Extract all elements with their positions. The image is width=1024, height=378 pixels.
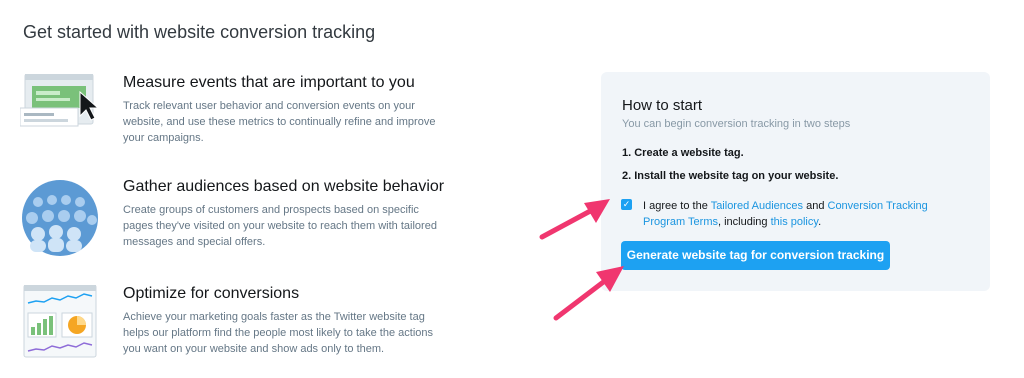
page-title: Get started with website conversion trac… (23, 22, 376, 42)
agree-checkbox[interactable]: ✓ (621, 199, 632, 210)
feature-description: Track relevant user behavior and convers… (123, 100, 436, 144)
step-install-tag: 2. Install the website tag on your websi… (622, 170, 839, 182)
agree-prefix: I agree to the (643, 200, 711, 212)
analytics-charts-illustration-icon (20, 284, 100, 365)
tailored-audiences-link[interactable]: Tailored Audiences (711, 200, 803, 212)
audience-people-illustration-icon (20, 178, 100, 258)
agree-end: . (818, 216, 822, 228)
feature-gather-audiences: Gather audiences based on website behavi… (20, 178, 460, 268)
agree-suffix: , including (717, 216, 771, 228)
generate-website-tag-button[interactable]: Generate website tag for conversion trac… (621, 241, 890, 270)
how-to-start-panel: How to start You can begin conversion tr… (601, 72, 990, 291)
panel-title: How to start (622, 97, 703, 114)
feature-title: Measure events that are important to you (123, 74, 415, 91)
feature-optimize-conversions: Optimize for conversions Achieve your ma… (20, 284, 460, 375)
annotation-arrow-icon (539, 199, 610, 240)
feature-description: Achieve your marketing goals faster as t… (123, 311, 434, 355)
feature-title: Gather audiences based on website behavi… (123, 178, 445, 195)
feature-measure-events: Measure events that are important to you… (19, 73, 460, 164)
feature-description: Create groups of customers and prospects… (123, 204, 437, 248)
agree-middle: and (803, 200, 828, 212)
checkmark-icon: ✓ (622, 199, 631, 209)
step-create-tag: 1. Create a website tag. (622, 147, 744, 159)
this-policy-link[interactable]: this policy (771, 216, 818, 228)
feature-title: Optimize for conversions (123, 285, 300, 302)
panel-subtitle: You can begin conversion tracking in two… (622, 118, 851, 130)
website-events-illustration-icon (19, 73, 100, 154)
annotation-arrow-icon (553, 266, 624, 321)
agree-terms-text: I agree to the Tailored Audiences and Co… (643, 198, 968, 230)
